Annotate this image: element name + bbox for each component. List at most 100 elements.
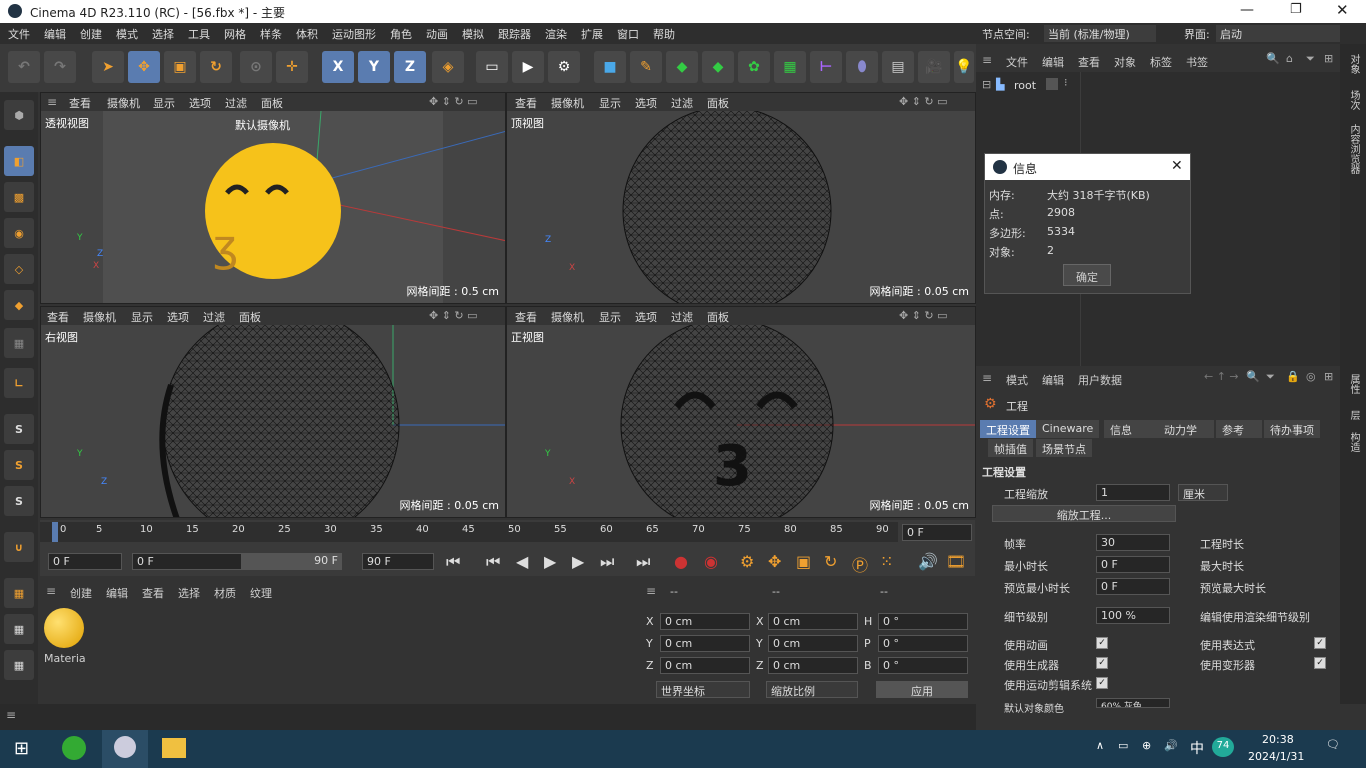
scale-tool-icon[interactable]: ▣	[164, 51, 196, 83]
next-key-icon[interactable]: ⏭	[600, 552, 614, 572]
target-icon[interactable]: ◎	[1306, 370, 1316, 383]
home-icon[interactable]: ⌂	[1286, 52, 1293, 65]
project-scale-field[interactable]: 1	[1096, 484, 1170, 501]
keyframe-selection-icon[interactable]: ⚙	[740, 552, 754, 571]
minimize-icon[interactable]: —	[1240, 2, 1254, 18]
obj-menu-object[interactable]: 对象	[1114, 54, 1136, 70]
tab-key-interpolation[interactable]: 帧插值	[988, 439, 1033, 457]
extrude-icon[interactable]: ◆	[702, 51, 734, 83]
cloner-icon[interactable]: ✿	[738, 51, 770, 83]
filter-icon[interactable]: ⏷	[1266, 370, 1275, 384]
z-axis-lock-button[interactable]: Z	[394, 51, 426, 83]
filter-icon[interactable]: ⏷	[1306, 52, 1315, 66]
object-menu-icon[interactable]: ≡	[982, 53, 992, 67]
position-x-field[interactable]: 0 cm	[660, 613, 750, 630]
menu-render[interactable]: 渲染	[545, 26, 567, 42]
film-icon[interactable]: 🎞	[946, 552, 966, 571]
attr-menu-edit[interactable]: 编辑	[1042, 372, 1064, 388]
attr-menu-user-data[interactable]: 用户数据	[1078, 372, 1122, 388]
key-position-icon[interactable]: ✥	[768, 552, 781, 571]
make-editable-icon[interactable]: ⬢	[4, 100, 34, 130]
file-explorer-icon[interactable]	[162, 738, 186, 758]
position-y-field[interactable]: 0 cm	[660, 635, 750, 652]
viewport-right[interactable]: 查看 摄像机 显示 选项 过滤 面板 ✥ ⇕ ↻ ▭ 右视图 Y Z 网格间距 …	[40, 306, 506, 518]
tag-icon[interactable]	[1046, 78, 1058, 90]
tray-chevron-icon[interactable]: ∧	[1096, 739, 1104, 752]
menu-tracker[interactable]: 跟踪器	[498, 26, 531, 42]
mat-menu-create[interactable]: 创建	[70, 585, 92, 601]
menu-edit[interactable]: 编辑	[44, 26, 66, 42]
expand-icon[interactable]: ⊟	[982, 78, 991, 91]
attr-menu-mode[interactable]: 模式	[1006, 372, 1028, 388]
prev-frame-icon[interactable]: ◀	[516, 552, 528, 571]
tab-scene-nodes[interactable]: 场景节点	[1036, 439, 1092, 457]
auto-key-icon[interactable]: ◉	[704, 552, 718, 571]
menu-tools[interactable]: 工具	[188, 26, 210, 42]
viewport-perspective[interactable]: ≡ 查看 摄像机 显示 选项 过滤 面板 ✥ ⇕ ↻ ▭ ʒ 透视视图 默认摄像…	[40, 92, 506, 304]
material-item[interactable]: Materia	[42, 606, 86, 665]
lock-icon[interactable]: 🔒	[1286, 370, 1300, 383]
texture-mode-icon[interactable]: ▩	[4, 182, 34, 212]
vp3-menu-panel[interactable]: 面板	[239, 309, 261, 325]
min-time-field[interactable]: 0 F	[1096, 556, 1170, 573]
pen-icon[interactable]: ✎	[630, 51, 662, 83]
scale-mode-select[interactable]: 缩放比例	[766, 681, 858, 698]
coordinate-space-select[interactable]: 世界坐标	[656, 681, 750, 698]
size-x-field[interactable]: 0 cm	[768, 613, 858, 630]
vp3-menu-options[interactable]: 选项	[167, 309, 189, 325]
use-animation-checkbox[interactable]: ✓	[1096, 637, 1108, 649]
vp2-menu-panel[interactable]: 面板	[707, 95, 729, 111]
size-y-field[interactable]: 0 cm	[768, 635, 858, 652]
node-space-select[interactable]: 当前 (标准/物理)	[1044, 25, 1156, 42]
lod-field[interactable]: 100 %	[1096, 607, 1170, 624]
vp2-menu-camera[interactable]: 摄像机	[551, 95, 584, 111]
cube-icon[interactable]: ■	[594, 51, 626, 83]
render-view-icon[interactable]: ▭	[476, 51, 508, 83]
side-tab-objects[interactable]: 对象	[1346, 54, 1361, 74]
camera-icon[interactable]: 🎥	[918, 51, 950, 83]
tray-device-icon[interactable]: ▭	[1118, 739, 1128, 752]
obj-menu-view[interactable]: 查看	[1078, 54, 1100, 70]
browser-icon[interactable]	[62, 736, 86, 760]
obj-menu-edit[interactable]: 编辑	[1042, 54, 1064, 70]
fps-field[interactable]: 30	[1096, 534, 1170, 551]
scale-project-button[interactable]: 缩放工程...	[992, 505, 1176, 522]
mat-menu-select[interactable]: 选择	[178, 585, 200, 601]
menu-file[interactable]: 文件	[8, 26, 30, 42]
menu-help[interactable]: 帮助	[653, 26, 675, 42]
key-param-icon[interactable]: Ⓟ	[852, 552, 868, 576]
attr-menu-icon[interactable]: ≡	[982, 371, 992, 385]
object-root[interactable]: root	[1014, 79, 1036, 92]
vp3-menu-camera[interactable]: 摄像机	[83, 309, 116, 325]
go-to-end-icon[interactable]: ⏭	[636, 552, 650, 572]
tab-reference[interactable]: 参考	[1216, 420, 1262, 438]
light-icon[interactable]: 💡	[954, 51, 974, 83]
viewport-nav-icon[interactable]: ✥ ⇕ ↻ ▭	[429, 309, 478, 322]
select-tool-icon[interactable]: ➤	[92, 51, 124, 83]
points-mode-icon[interactable]: ◉	[4, 218, 34, 248]
ok-button[interactable]: 确定	[1063, 264, 1111, 286]
menu-select[interactable]: 选择	[152, 26, 174, 42]
menu-extensions[interactable]: 扩展	[581, 26, 603, 42]
vp1-menu-filter[interactable]: 过滤	[225, 95, 247, 111]
use-deformers-checkbox[interactable]: ✓	[1314, 657, 1326, 669]
close-icon[interactable]: ✕	[1336, 1, 1349, 19]
polygons-mode-icon[interactable]: ◆	[4, 290, 34, 320]
go-to-start-icon[interactable]: ⏮	[446, 552, 460, 572]
range-start-field[interactable]: 0 F	[132, 553, 242, 570]
model-mode-icon[interactable]: ◧	[4, 146, 34, 176]
timeline[interactable]: 0 5 10 15 20 25 30 35 40 45 50 55 60 65 …	[40, 520, 975, 576]
rotation-h-field[interactable]: 0 °	[878, 613, 968, 630]
snap-mode-icon[interactable]: S	[4, 486, 34, 516]
position-z-field[interactable]: 0 cm	[660, 657, 750, 674]
magnet-icon[interactable]: ∪	[4, 532, 34, 562]
sound-icon[interactable]: 🔊	[918, 552, 938, 571]
menu-volume[interactable]: 体积	[296, 26, 318, 42]
preview-min-field[interactable]: 0 F	[1096, 578, 1170, 595]
rotate-tool-icon[interactable]: ↻	[200, 51, 232, 83]
vp4-menu-options[interactable]: 选项	[635, 309, 657, 325]
side-tab-takes[interactable]: 场次	[1346, 90, 1361, 110]
nav-arrows-icon[interactable]: ← ↑ →	[1204, 370, 1239, 383]
viewport-front[interactable]: 查看 摄像机 显示 选项 过滤 面板 ✥ ⇕ ↻ ▭ 3 正视图 Y X 网格间…	[506, 306, 976, 518]
notification-icon[interactable]: 🗨	[1326, 738, 1340, 751]
